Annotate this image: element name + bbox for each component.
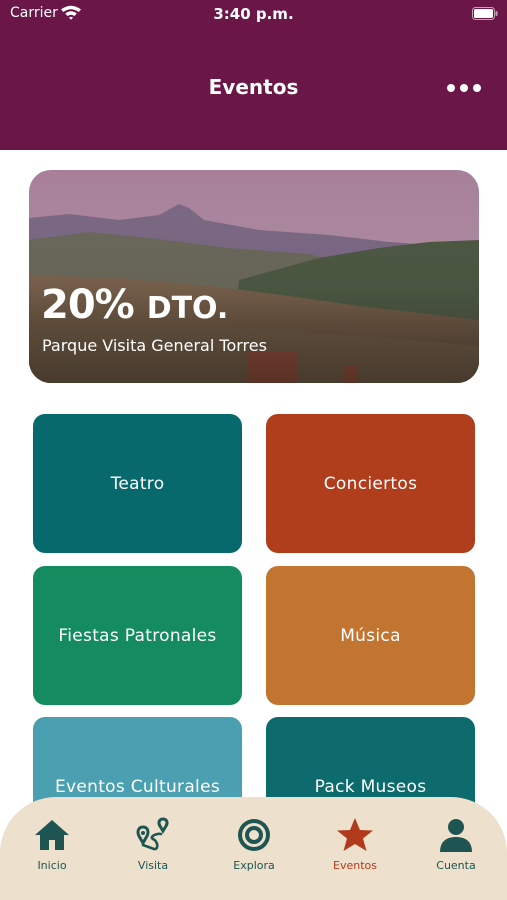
tab-label: Visita [137, 859, 169, 872]
category-label: Teatro [110, 473, 165, 494]
category-label: Pack Museos [314, 776, 427, 797]
map-route-icon [136, 817, 169, 851]
home-icon [35, 820, 69, 850]
page-title: Eventos [208, 75, 299, 99]
category-tile-teatro[interactable]: Teatro [33, 414, 242, 553]
category-label: Música [340, 625, 401, 646]
tab-label: Inicio [37, 859, 67, 872]
promo-banner[interactable]: 20% DTO. Parque Visita General Torres [29, 170, 479, 383]
target-icon [238, 819, 270, 851]
more-options-icon[interactable] [444, 76, 484, 100]
category-tile-fiestas-patronales[interactable]: Fiestas Patronales [33, 566, 242, 705]
tab-label: Explora [233, 859, 275, 872]
battery-icon [472, 7, 498, 20]
tab-bar: Inicio Visita Explora Eventos Cuenta [0, 797, 507, 900]
tab-label: Cuenta [436, 859, 476, 872]
tab-eventos[interactable]: Eventos [310, 817, 400, 877]
category-label: Fiestas Patronales [58, 625, 217, 646]
screen: Teatro Conciertos Fiestas Patronales Mús… [0, 0, 507, 900]
user-icon [440, 819, 472, 852]
promo-discount: 20% DTO. [41, 282, 228, 328]
category-label: Conciertos [323, 473, 418, 494]
tab-explora[interactable]: Explora [209, 817, 299, 877]
tab-label: Eventos [333, 859, 377, 872]
star-icon [337, 818, 373, 851]
tab-visita[interactable]: Visita [108, 817, 198, 877]
tab-inicio[interactable]: Inicio [7, 817, 97, 877]
status-time: 3:40 p.m. [213, 5, 294, 23]
promo-subtitle: Parque Visita General Torres [42, 336, 267, 355]
category-tile-conciertos[interactable]: Conciertos [266, 414, 475, 553]
nav-header: Carrier 3:40 p.m. Eventos [0, 0, 507, 150]
tab-cuenta[interactable]: Cuenta [411, 817, 501, 877]
category-label: Eventos Culturales [54, 776, 220, 797]
status-bar: Carrier 3:40 p.m. [0, 0, 507, 28]
promo-discount-value: 20% [41, 282, 135, 328]
category-tile-musica[interactable]: Música [266, 566, 475, 705]
promo-discount-suffix: DTO. [146, 291, 229, 326]
